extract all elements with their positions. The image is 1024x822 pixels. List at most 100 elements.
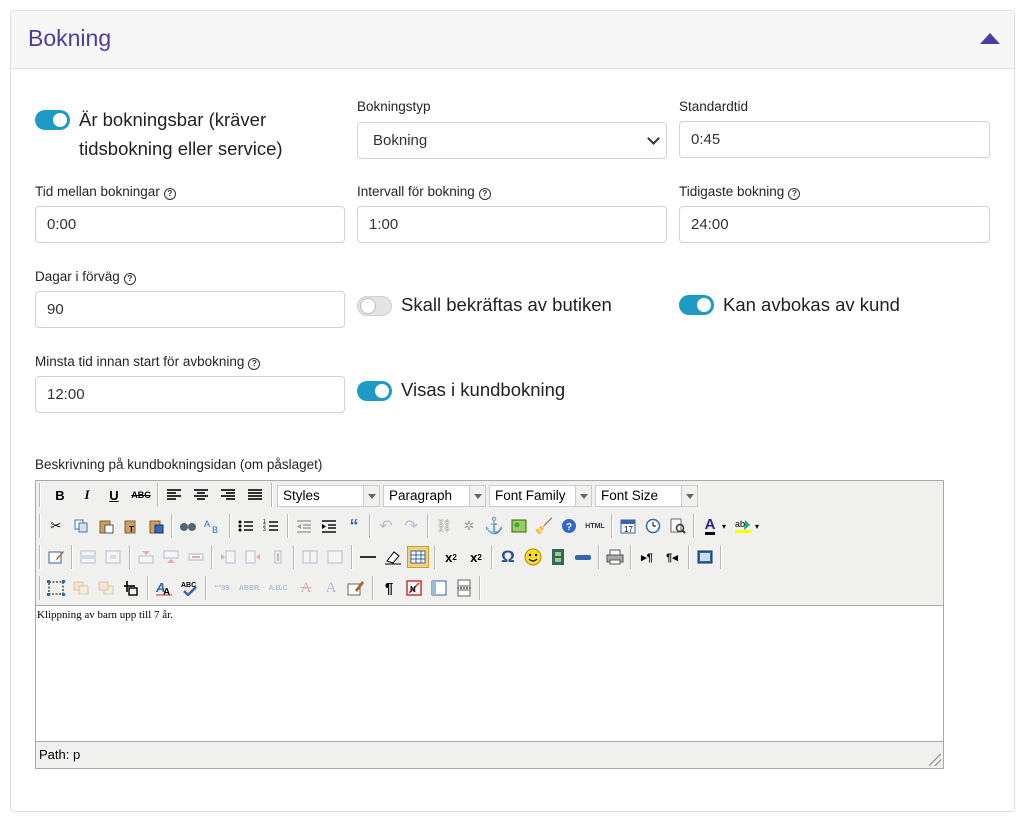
- cleanup-icon[interactable]: 🧹: [533, 515, 555, 537]
- replace-icon[interactable]: AB: [202, 515, 224, 537]
- find-icon[interactable]: [177, 515, 199, 537]
- advanced-hr-icon[interactable]: [572, 546, 594, 568]
- insert-date-icon[interactable]: 17: [617, 515, 639, 537]
- delete-row-icon[interactable]: [185, 546, 207, 568]
- nonbreaking-icon[interactable]: N: [403, 577, 425, 599]
- move-forward-icon[interactable]: [70, 577, 92, 599]
- subscript-icon[interactable]: x2: [440, 546, 462, 568]
- font-size-select[interactable]: Font Size: [595, 485, 698, 507]
- panel-header[interactable]: Bokning: [11, 11, 1014, 69]
- anchor-icon[interactable]: ⚓: [483, 515, 505, 537]
- acronym-icon[interactable]: A.B.C: [265, 577, 291, 599]
- min-time-cancel-input[interactable]: [35, 376, 345, 413]
- underline-button[interactable]: U: [103, 484, 125, 506]
- ins-icon[interactable]: A: [320, 577, 342, 599]
- del-icon[interactable]: A: [295, 577, 317, 599]
- edit-table-icon[interactable]: [45, 546, 67, 568]
- absolute-position-icon[interactable]: [120, 577, 142, 599]
- unlink-icon[interactable]: ✲: [458, 515, 480, 537]
- template-icon[interactable]: [428, 577, 450, 599]
- align-justify-icon[interactable]: [244, 484, 266, 506]
- paste-icon[interactable]: [95, 515, 117, 537]
- align-center-icon[interactable]: [190, 484, 212, 506]
- cite-icon[interactable]: “”99: [211, 577, 233, 599]
- help-icon[interactable]: ?: [788, 188, 801, 200]
- help-icon[interactable]: ?: [478, 188, 491, 200]
- bullet-list-icon[interactable]: [235, 515, 257, 537]
- editor-content-area[interactable]: Klippning av barn upp till 7 år.: [36, 605, 943, 742]
- interval-input[interactable]: [357, 206, 667, 243]
- help-icon[interactable]: ?: [248, 358, 261, 370]
- undo-icon[interactable]: ↶: [375, 515, 397, 537]
- preview-icon[interactable]: [667, 515, 689, 537]
- link-icon[interactable]: ⛓: [433, 515, 455, 537]
- pagebreak-icon[interactable]: [453, 577, 475, 599]
- outdent-icon[interactable]: [293, 515, 315, 537]
- attributes-icon[interactable]: [345, 577, 367, 599]
- chevron-down-icon[interactable]: ▾: [719, 515, 729, 537]
- days-ahead-input[interactable]: [35, 291, 345, 328]
- spellcheck-icon[interactable]: ABC: [178, 577, 200, 599]
- align-right-icon[interactable]: [217, 484, 239, 506]
- copy-icon[interactable]: [70, 515, 92, 537]
- html-source-icon[interactable]: HTML: [584, 515, 606, 537]
- split-cells-icon[interactable]: [299, 546, 321, 568]
- special-char-icon[interactable]: Ω: [497, 546, 519, 568]
- styleprops-icon[interactable]: AA: [153, 577, 175, 599]
- ltr-icon[interactable]: ▸¶: [636, 546, 658, 568]
- standard-time-input[interactable]: [679, 121, 990, 158]
- horizontal-rule-icon[interactable]: [357, 546, 379, 568]
- image-icon[interactable]: [508, 515, 530, 537]
- col-before-icon[interactable]: [217, 546, 239, 568]
- italic-button[interactable]: I: [76, 484, 98, 506]
- collapse-icon[interactable]: [980, 33, 1000, 44]
- resize-handle-icon[interactable]: [929, 754, 941, 766]
- help-circle-icon[interactable]: ?: [558, 515, 580, 537]
- emoticon-icon[interactable]: [522, 546, 544, 568]
- abbr-icon[interactable]: ABBR: [236, 577, 262, 599]
- paste-word-icon[interactable]: [145, 515, 167, 537]
- print-icon[interactable]: [604, 546, 626, 568]
- row-before-icon[interactable]: [135, 546, 157, 568]
- redo-icon[interactable]: ↷: [400, 515, 422, 537]
- fullscreen-icon[interactable]: [694, 546, 716, 568]
- bold-button[interactable]: B: [49, 484, 71, 506]
- confirm-by-shop-toggle[interactable]: [357, 296, 392, 316]
- merge-cells-icon[interactable]: [324, 546, 346, 568]
- table-row-props-icon[interactable]: [77, 546, 99, 568]
- help-icon[interactable]: ?: [123, 273, 136, 285]
- time-between-input[interactable]: [35, 206, 345, 243]
- media-icon[interactable]: [547, 546, 569, 568]
- strikethrough-button[interactable]: ABC: [130, 484, 152, 506]
- insert-time-icon[interactable]: [642, 515, 664, 537]
- chevron-down-icon[interactable]: ▾: [752, 515, 762, 537]
- align-left-icon[interactable]: [163, 484, 185, 506]
- text-color-icon[interactable]: A: [699, 515, 721, 537]
- format-select[interactable]: Paragraph: [383, 485, 486, 507]
- indent-icon[interactable]: [318, 515, 340, 537]
- font-family-select[interactable]: Font Family: [489, 485, 592, 507]
- remove-format-icon[interactable]: [382, 546, 404, 568]
- insert-table-icon[interactable]: [407, 546, 429, 568]
- bookable-toggle[interactable]: [35, 110, 70, 130]
- move-backward-icon[interactable]: [95, 577, 117, 599]
- background-color-icon[interactable]: ab: [732, 515, 754, 537]
- table-cell-props-icon[interactable]: [102, 546, 124, 568]
- insert-layer-icon[interactable]: [45, 577, 67, 599]
- delete-col-icon[interactable]: [267, 546, 289, 568]
- earliest-input[interactable]: [679, 206, 990, 243]
- rtl-icon[interactable]: ¶◂: [661, 546, 683, 568]
- cancel-by-customer-toggle[interactable]: [679, 295, 714, 315]
- help-icon[interactable]: ?: [163, 188, 176, 200]
- blockquote-icon[interactable]: “: [343, 515, 365, 537]
- cut-icon[interactable]: ✂: [45, 515, 67, 537]
- visualchars-icon[interactable]: ¶: [378, 577, 400, 599]
- row-after-icon[interactable]: [160, 546, 182, 568]
- styles-select[interactable]: Styles: [277, 485, 380, 507]
- numbered-list-icon[interactable]: 123: [260, 515, 282, 537]
- col-after-icon[interactable]: [242, 546, 264, 568]
- paste-text-icon[interactable]: T: [120, 515, 142, 537]
- booking-type-select[interactable]: Bokning: [357, 122, 667, 159]
- show-in-booking-toggle[interactable]: [357, 381, 392, 401]
- superscript-icon[interactable]: x2: [465, 546, 487, 568]
